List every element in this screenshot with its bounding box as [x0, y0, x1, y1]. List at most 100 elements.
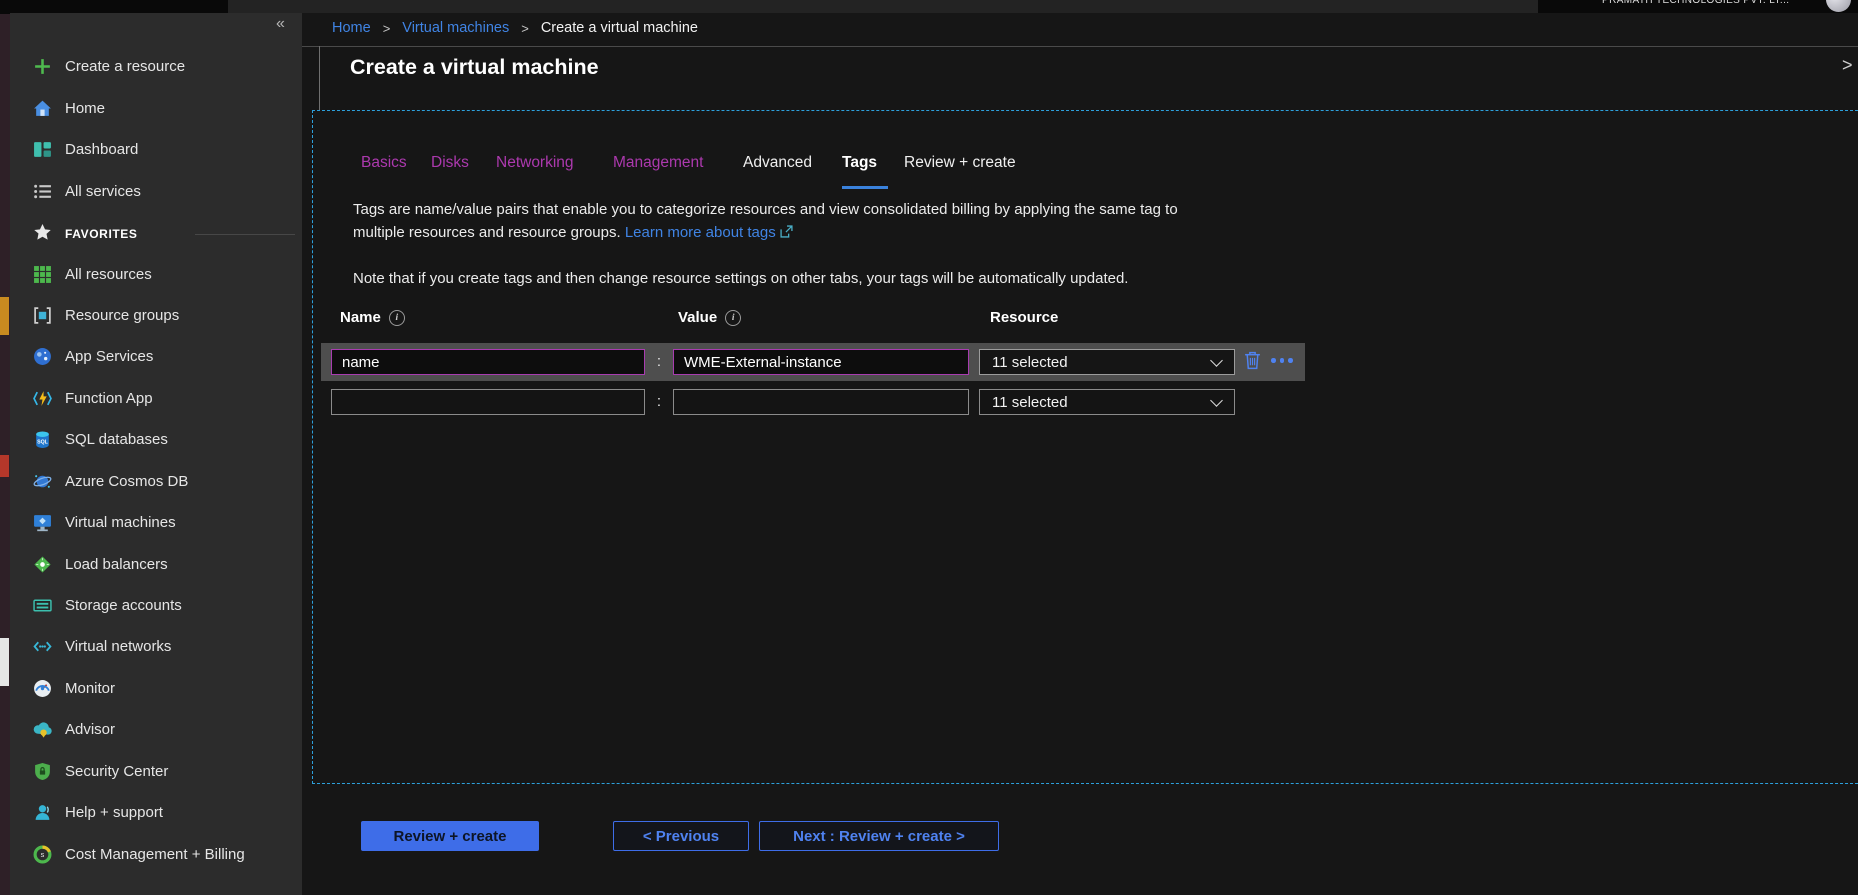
sidebar-item-all-resources[interactable]: All resources	[10, 265, 302, 287]
column-header-name: Name i	[340, 309, 405, 326]
tags-description-line2-text: multiple resources and resource groups.	[353, 224, 621, 241]
sidebar-item-virtual-machines[interactable]: Virtual machines	[10, 513, 302, 535]
sidebar-item-sql-databases[interactable]: SQL SQL databases	[10, 430, 302, 452]
column-header-value: Value i	[678, 309, 741, 326]
svg-text:SQL: SQL	[37, 440, 49, 446]
tags-description-line1: Tags are name/value pairs that enable yo…	[353, 201, 1178, 218]
column-header-name-label: Name	[340, 309, 381, 326]
main-content: Home > Virtual machines > Create a virtu…	[302, 13, 1858, 895]
sidebar-item-azure-cosmos-db[interactable]: Azure Cosmos DB	[10, 472, 302, 494]
chevron-down-icon	[1210, 354, 1223, 367]
resource-select[interactable]: 11 selected	[979, 349, 1235, 375]
home-icon	[33, 99, 52, 118]
previous-button[interactable]: < Previous	[613, 821, 749, 851]
desktop-edge-strip	[0, 0, 10, 895]
column-header-value-label: Value	[678, 309, 717, 326]
tab-basics[interactable]: Basics	[361, 154, 407, 172]
breadcrumb: Home > Virtual machines > Create a virtu…	[332, 20, 698, 36]
sidebar-item-all-services[interactable]: All services	[10, 182, 302, 204]
sidebar-item-label: App Services	[65, 348, 153, 365]
sidebar-item-label: Function App	[65, 390, 153, 407]
sidebar-item-label: Load balancers	[65, 556, 168, 573]
column-header-resource-label: Resource	[990, 309, 1058, 326]
sidebar-item-dashboard[interactable]: Dashboard	[10, 140, 302, 162]
list-icon	[33, 182, 52, 201]
info-icon[interactable]: i	[389, 310, 405, 326]
sidebar-item-advisor[interactable]: Advisor	[10, 720, 302, 742]
sidebar-item-label: Security Center	[65, 763, 168, 780]
name-value-separator: :	[652, 393, 666, 410]
tag-value-input-empty[interactable]	[673, 389, 969, 415]
tag-name-input-empty[interactable]	[331, 389, 645, 415]
sidebar-item-resource-groups[interactable]: Resource groups	[10, 306, 302, 328]
sidebar-item-label: Resource groups	[65, 307, 179, 324]
top-search-bar-remnant[interactable]	[228, 0, 1538, 13]
collapse-sidebar-icon[interactable]: «	[276, 15, 285, 33]
sidebar-item-label: Virtual machines	[65, 514, 176, 531]
resource-select-value: 11 selected	[992, 394, 1068, 411]
sidebar-item-home[interactable]: Home	[10, 99, 302, 121]
plus-icon	[33, 57, 52, 76]
sidebar-item-storage-accounts[interactable]: Storage accounts	[10, 596, 302, 618]
sidebar-item-label: All services	[65, 183, 141, 200]
page-title: Create a virtual machine	[350, 55, 599, 80]
sidebar-item-function-app[interactable]: Function App	[10, 389, 302, 411]
breadcrumb-current: Create a virtual machine	[541, 20, 698, 36]
breadcrumb-separator: >	[521, 21, 529, 36]
planet-icon	[33, 472, 52, 491]
next-button[interactable]: Next : Review + create >	[759, 821, 999, 851]
load-balancer-icon	[33, 555, 52, 574]
sidebar-item-app-services[interactable]: App Services	[10, 347, 302, 369]
resource-select-value: 11 selected	[992, 354, 1068, 371]
tab-tags[interactable]: Tags	[842, 154, 877, 172]
sidebar-item-label: Storage accounts	[65, 597, 182, 614]
sidebar-item-label: Cost Management + Billing	[65, 846, 245, 863]
sidebar-item-create-a-resource[interactable]: Create a resource	[10, 57, 302, 79]
svg-text:s: s	[41, 850, 45, 859]
support-icon	[33, 803, 52, 822]
tag-value-input[interactable]	[673, 349, 969, 375]
tags-tab-panel: Basics Disks Networking Management Advan…	[312, 110, 1858, 784]
review-create-button[interactable]: Review + create	[361, 821, 539, 851]
tab-management[interactable]: Management	[613, 154, 703, 172]
sidebar-item-security-center[interactable]: Security Center	[10, 762, 302, 784]
breadcrumb-virtual-machines-link[interactable]: Virtual machines	[402, 20, 509, 36]
sidebar-item-label: All resources	[65, 266, 152, 283]
star-icon	[33, 223, 52, 242]
sidebar-item-label: Help + support	[65, 804, 163, 821]
sidebar-item-monitor[interactable]: Monitor	[10, 679, 302, 701]
tab-disks[interactable]: Disks	[431, 154, 469, 172]
tab-advanced[interactable]: Advanced	[743, 154, 812, 172]
tags-note: Note that if you create tags and then ch…	[353, 270, 1128, 287]
delete-row-icon[interactable]	[1244, 351, 1261, 375]
sidebar-item-load-balancers[interactable]: Load balancers	[10, 555, 302, 577]
desktop-fragment-white	[0, 638, 9, 686]
tab-networking[interactable]: Networking	[496, 154, 574, 172]
learn-more-link[interactable]: Learn more about tags	[625, 224, 776, 241]
gauge-icon	[33, 679, 52, 698]
dashboard-icon	[33, 140, 52, 159]
breadcrumb-separator: >	[383, 21, 391, 36]
external-link-icon	[780, 224, 793, 241]
expand-blade-icon[interactable]: >	[1842, 55, 1853, 76]
sidebar-item-label: Virtual networks	[65, 638, 171, 655]
network-icon	[33, 637, 52, 656]
lightning-icon	[33, 389, 52, 408]
advisor-icon	[33, 720, 52, 739]
tag-name-input[interactable]	[331, 349, 645, 375]
resource-select-row2[interactable]: 11 selected	[979, 389, 1235, 415]
sidebar-item-virtual-networks[interactable]: Virtual networks	[10, 637, 302, 659]
sidebar-item-label: Home	[65, 100, 105, 117]
sidebar-item-label: Create a resource	[65, 58, 185, 75]
cube-icon	[33, 306, 52, 325]
blade-edge-line	[319, 46, 320, 110]
info-icon[interactable]: i	[725, 310, 741, 326]
more-options-icon[interactable]	[1271, 358, 1293, 363]
breadcrumb-home-link[interactable]: Home	[332, 20, 371, 36]
desktop-fragment-orange	[0, 297, 9, 335]
sidebar-item-help-support[interactable]: Help + support	[10, 803, 302, 825]
avatar[interactable]	[1826, 0, 1851, 12]
storage-icon	[33, 596, 52, 615]
tab-review-create[interactable]: Review + create	[904, 154, 1016, 172]
sidebar-item-cost-management-billing[interactable]: s Cost Management + Billing	[10, 845, 302, 867]
